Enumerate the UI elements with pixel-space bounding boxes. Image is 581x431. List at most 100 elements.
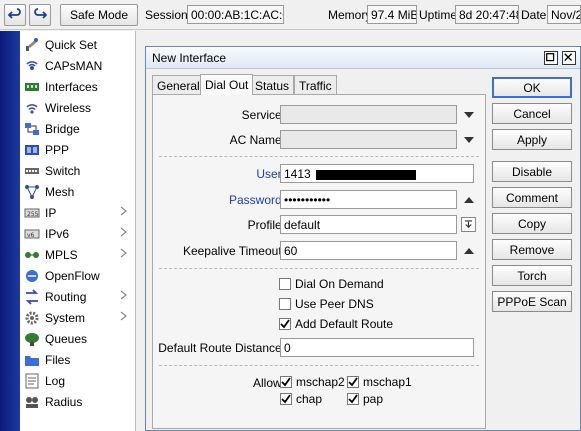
- sidebar-item-queues[interactable]: Queues: [24, 328, 134, 349]
- gear-icon: [24, 310, 40, 326]
- ok-button[interactable]: OK: [492, 77, 572, 98]
- password-label: Password:: [228, 193, 285, 207]
- mesh-icon: [24, 184, 40, 200]
- password-input[interactable]: •••••••••••: [280, 190, 457, 209]
- user-value: 1413: [284, 167, 311, 181]
- checkmark-icon: [280, 319, 290, 329]
- interfaces-icon: [24, 79, 40, 95]
- sidebar-item-interfaces[interactable]: Interfaces: [24, 76, 134, 97]
- ppp-icon: [24, 142, 40, 158]
- password-collapse-button[interactable]: [461, 192, 476, 207]
- checkbox-label: Use Peer DNS: [295, 297, 374, 311]
- chevron-up-icon: [463, 196, 474, 203]
- date-value: Nov/2: [547, 5, 581, 24]
- tab-general[interactable]: General: [152, 75, 205, 95]
- service-dropdown-button[interactable]: [461, 107, 476, 122]
- tab-traffic[interactable]: Traffic: [294, 75, 337, 95]
- route-distance-label: Default Route Distance:: [158, 341, 285, 355]
- checkbox-label: mschap1: [363, 375, 412, 389]
- cancel-button[interactable]: Cancel: [492, 103, 572, 124]
- mschap2-checkbox[interactable]: mschap2: [280, 375, 345, 389]
- wireless-icon: [24, 100, 40, 116]
- sidebar-item-ppp[interactable]: PPP: [24, 139, 134, 160]
- chap-checkbox[interactable]: chap: [280, 392, 322, 406]
- close-button[interactable]: [562, 51, 576, 65]
- svg-text:v6: v6: [27, 232, 35, 239]
- copy-button[interactable]: Copy: [492, 213, 572, 234]
- sidebar: Quick Set CAPsMAN Interfaces Wireless Br…: [20, 31, 136, 431]
- sidebar-item-radius[interactable]: Radius: [24, 391, 134, 412]
- route-distance-input[interactable]: 0: [280, 338, 474, 357]
- maximize-icon: [546, 53, 555, 62]
- log-icon: [24, 373, 40, 389]
- sidebar-item-system[interactable]: System: [24, 307, 134, 328]
- chevron-up-icon: [463, 247, 474, 254]
- safe-mode-button[interactable]: Safe Mode: [60, 4, 138, 26]
- sidebar-item-wireless[interactable]: Wireless: [24, 97, 134, 118]
- sidebar-item-label: Bridge: [45, 121, 80, 136]
- dial-out-panel: Service: AC Name: User: 1413 Password: •…: [152, 94, 486, 429]
- submenu-arrow-icon: [120, 206, 127, 216]
- keepalive-input[interactable]: 60: [280, 241, 457, 260]
- close-icon: [564, 53, 573, 62]
- remove-button[interactable]: Remove: [492, 239, 572, 260]
- queues-icon: [24, 331, 40, 347]
- profile-select[interactable]: default: [280, 215, 457, 234]
- sidebar-item-ip[interactable]: 255 IP: [24, 202, 134, 223]
- disable-button[interactable]: Disable: [492, 161, 572, 182]
- capsman-icon: [24, 58, 40, 74]
- sidebar-item-mpls[interactable]: MPLS: [24, 244, 134, 265]
- uptime-value: 8d 20:47:48: [455, 5, 519, 24]
- sidebar-item-label: Files: [45, 352, 71, 367]
- sidebar-item-label: IP: [45, 205, 57, 220]
- sidebar-item-quick-set[interactable]: Quick Set: [24, 34, 134, 55]
- sidebar-item-log[interactable]: Log: [24, 370, 134, 391]
- sidebar-item-ipv6[interactable]: v6 IPv6: [24, 223, 134, 244]
- sidebar-item-bridge[interactable]: Bridge: [24, 118, 134, 139]
- sidebar-item-label: CAPsMAN: [45, 58, 103, 73]
- submenu-arrow-icon: [120, 248, 127, 258]
- checkbox-label: chap: [296, 392, 323, 406]
- service-field[interactable]: [280, 105, 457, 124]
- folder-icon: [24, 352, 40, 368]
- ac-name-dropdown-button[interactable]: [461, 132, 476, 147]
- redo-button[interactable]: [29, 4, 51, 26]
- tab-dial-out[interactable]: Dial Out: [200, 74, 254, 95]
- dial-on-demand-checkbox[interactable]: Dial On Demand: [279, 277, 384, 291]
- sidebar-item-label: Log: [45, 373, 66, 388]
- chevron-down-icon: [463, 136, 474, 143]
- sidebar-item-label: Radius: [45, 394, 83, 409]
- sidebar-item-files[interactable]: Files: [24, 349, 134, 370]
- mschap1-checkbox[interactable]: mschap1: [347, 375, 412, 389]
- add-default-route-checkbox[interactable]: Add Default Route: [279, 317, 393, 331]
- torch-button[interactable]: Torch: [492, 265, 572, 286]
- ac-name-label: AC Name:: [229, 133, 285, 147]
- service-label: Service:: [241, 108, 285, 122]
- dialog-title: New Interface: [152, 51, 227, 65]
- comment-button[interactable]: Comment: [492, 187, 572, 208]
- apply-button[interactable]: Apply: [492, 129, 572, 150]
- user-input[interactable]: 1413: [280, 164, 474, 183]
- sidebar-item-switch[interactable]: Switch: [24, 160, 134, 181]
- sidebar-item-capsman[interactable]: CAPsMAN: [24, 55, 134, 76]
- use-peer-dns-checkbox[interactable]: Use Peer DNS: [279, 297, 374, 311]
- sidebar-item-openflow[interactable]: OpenFlow: [24, 265, 134, 286]
- undo-button[interactable]: [4, 4, 26, 26]
- pap-checkbox[interactable]: pap: [347, 392, 383, 406]
- sidebar-item-mesh[interactable]: Mesh: [24, 181, 134, 202]
- tab-status[interactable]: Status: [250, 75, 295, 95]
- ac-name-field[interactable]: [280, 130, 457, 149]
- checkmark-icon: [348, 394, 358, 404]
- dialog-titlebar[interactable]: New Interface: [146, 47, 580, 69]
- routing-icon: [24, 288, 40, 305]
- maximize-button[interactable]: [544, 51, 558, 65]
- submenu-arrow-icon: [120, 227, 127, 237]
- pppoe-scan-button[interactable]: PPPoE Scan: [492, 291, 572, 312]
- profile-dropdown-button[interactable]: [461, 217, 476, 232]
- sidebar-item-routing[interactable]: Routing: [24, 286, 134, 307]
- keepalive-collapse-button[interactable]: [461, 243, 476, 258]
- checkbox-box: [347, 393, 359, 405]
- memory-value: 97.4 MiB: [367, 5, 417, 24]
- winbox-side-strip: [0, 31, 20, 431]
- bridge-icon: [24, 121, 40, 137]
